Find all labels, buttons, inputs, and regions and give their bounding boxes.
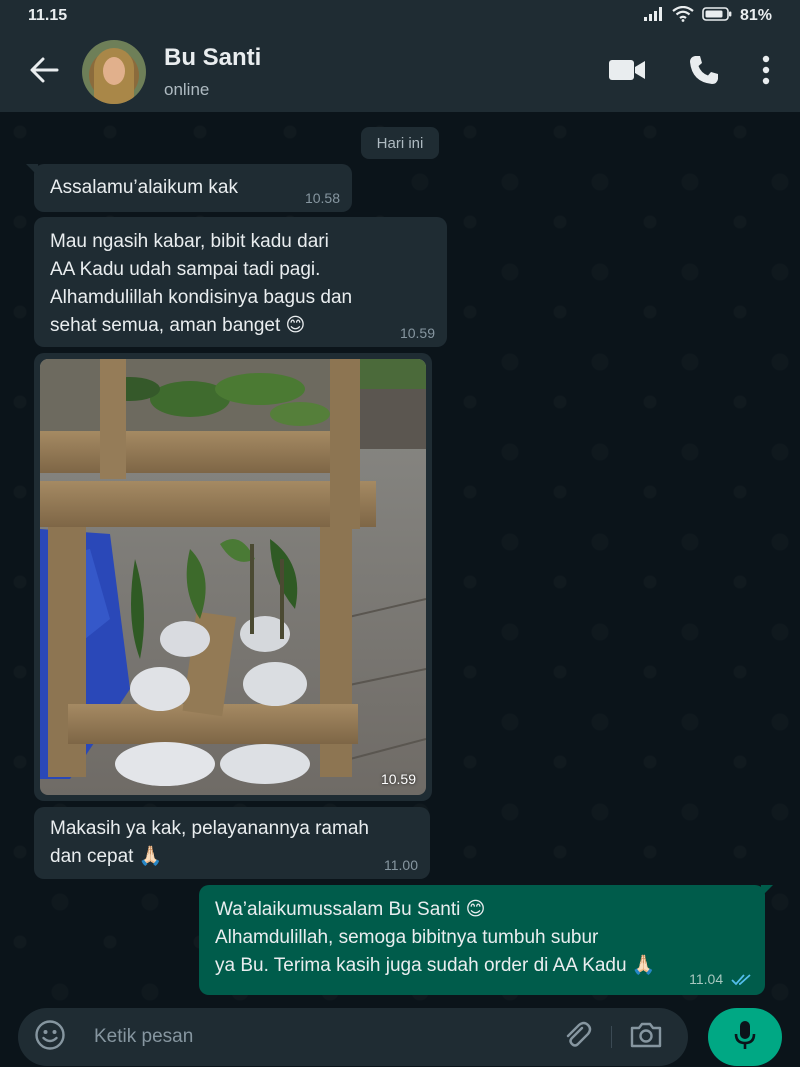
back-arrow-icon <box>29 57 59 88</box>
status-icons: 81% <box>643 5 772 27</box>
photo-seedlings-crate[interactable]: 10.59 <box>40 359 426 795</box>
message-line: ya Bu. Terima kasih juga sudah order di … <box>215 955 656 976</box>
message-time-wrap: 11.04 <box>689 971 753 989</box>
message-incoming[interactable]: Assalamu’alaikum kak 10.58 <box>26 164 352 212</box>
read-ticks-icon <box>731 973 753 989</box>
message-time: 11.04 <box>689 971 724 987</box>
message-line: Alhamdulillah kondisinya bagus dan <box>50 287 353 308</box>
chat-area[interactable]: Hari ini Assalamu’alaikum kak 10.58 Mau … <box>0 112 800 1002</box>
signal-icon <box>643 6 664 26</box>
attach-icon <box>562 1020 592 1055</box>
phone-icon[interactable] <box>688 54 720 91</box>
attach-button[interactable] <box>557 1017 597 1057</box>
camera-icon <box>629 1021 663 1054</box>
message-line: Mau ngasih kabar, bibit kadu dari <box>50 231 329 252</box>
chat-header: Bu Santi online <box>0 32 800 112</box>
header-actions <box>608 54 770 91</box>
emoji-icon <box>34 1019 66 1056</box>
message-input[interactable] <box>94 1026 557 1048</box>
date-chip: Hari ini <box>361 127 439 159</box>
message-incoming[interactable]: Mau ngasih kabar, bibit kadu dari AA Kad… <box>34 217 447 347</box>
message-incoming[interactable]: Makasih ya kak, pelayanannya ramah dan c… <box>34 807 430 879</box>
message-line: Wa’alaikumussalam Bu Santi 😊 <box>215 899 486 920</box>
back-button[interactable] <box>22 50 66 94</box>
message-photo[interactable]: 10.59 <box>34 353 432 801</box>
message-line: AA Kadu udah sampai tadi pagi. <box>50 259 321 280</box>
battery-icon <box>702 6 732 26</box>
message-time: 10.59 <box>399 325 435 341</box>
composer <box>18 1008 688 1066</box>
emoji-button[interactable] <box>32 1019 68 1055</box>
message-line: Alhamdulillah, semoga bibitnya tumbuh su… <box>215 927 599 948</box>
contact-status: online <box>164 80 210 99</box>
battery-percent: 81% <box>739 7 772 24</box>
more-vert-icon[interactable] <box>762 55 770 90</box>
message-time: 11.00 <box>384 857 418 873</box>
composer-divider <box>611 1026 612 1048</box>
contact-name: Bu Santi <box>164 44 262 71</box>
message-line: dan cepat 🙏🏻 <box>50 846 163 867</box>
mic-button[interactable] <box>708 1008 782 1066</box>
mic-icon <box>733 1020 757 1055</box>
contact-info[interactable]: Bu Santi online <box>164 44 261 100</box>
message-outgoing[interactable]: Wa’alaikumussalam Bu Santi 😊 Alhamdulill… <box>199 885 773 995</box>
wifi-icon <box>672 5 694 27</box>
camera-button[interactable] <box>626 1017 666 1057</box>
message-line: Makasih ya kak, pelayanannya ramah <box>50 818 369 839</box>
status-bar: 11.15 81% <box>0 0 800 32</box>
message-text: Assalamu’alaikum kak <box>50 177 238 198</box>
message-time: 10.58 <box>304 190 340 206</box>
message-line: sehat semua, aman banget 😊 <box>50 315 306 336</box>
message-time: 10.59 <box>380 771 416 787</box>
status-time: 11.15 <box>28 7 68 24</box>
avatar[interactable] <box>82 40 146 104</box>
video-call-icon[interactable] <box>608 57 646 88</box>
